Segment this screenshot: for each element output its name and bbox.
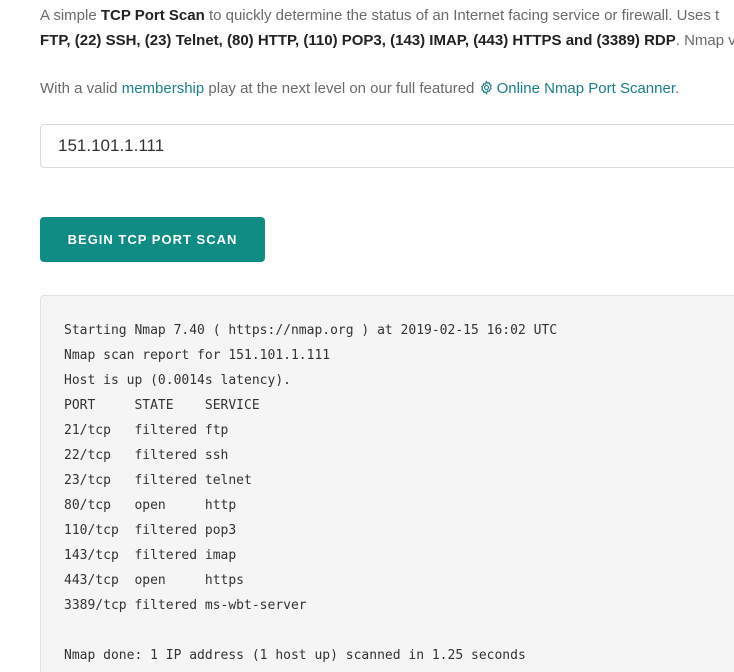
intro-bold-ports: FTP, (22) SSH, (23) Telnet, (80) HTTP, (… (40, 32, 676, 49)
output-line: 22/tcp filtered ssh (64, 448, 229, 463)
output-line: 143/tcp filtered imap (64, 548, 237, 563)
output-line: PORT STATE SERVICE (64, 398, 260, 413)
output-line: Host is up (0.0014s latency). (64, 373, 291, 388)
begin-tcp-port-scan-button[interactable]: BEGIN TCP PORT SCAN (40, 217, 265, 262)
output-line: 110/tcp filtered pop3 (64, 523, 237, 538)
output-line: 3389/tcp filtered ms-wbt-server (64, 598, 307, 613)
output-line: 80/tcp open http (64, 498, 237, 513)
intro-text-1: A simple (40, 7, 101, 24)
membership-text-1: With a valid (40, 80, 122, 97)
target-ip-input[interactable] (40, 124, 734, 168)
membership-link[interactable]: membership (122, 80, 205, 97)
intro-text-3: . Nmap ve (675, 32, 734, 49)
online-nmap-scanner-link[interactable]: Online Nmap Port Scanner (479, 80, 675, 97)
membership-line: With a valid membership play at the next… (40, 76, 679, 101)
output-line: 21/tcp filtered ftp (64, 423, 229, 438)
intro-bold-tcp-port-scan: TCP Port Scan (100, 7, 205, 24)
output-line: Starting Nmap 7.40 ( https://nmap.org ) … (64, 323, 558, 338)
online-nmap-scanner-label: Online Nmap Port Scanner (496, 80, 676, 97)
output-line: Nmap scan report for 151.101.1.111 (64, 348, 331, 363)
output-line: Nmap done: 1 IP address (1 host up) scan… (64, 648, 526, 663)
scan-output-box: Starting Nmap 7.40 ( https://nmap.org ) … (40, 295, 734, 672)
membership-text-3: . (675, 80, 680, 97)
intro-text-2: to quickly determine the status of an In… (204, 7, 720, 24)
intro-text: A simple TCP Port Scan to quickly determ… (40, 3, 734, 53)
scan-output-text: Starting Nmap 7.40 ( https://nmap.org ) … (64, 318, 557, 668)
output-line: 23/tcp filtered telnet (64, 473, 252, 488)
output-line: 443/tcp open https (64, 573, 245, 588)
membership-text-2: play at the next level on our full featu… (204, 80, 479, 97)
gear-icon (480, 80, 492, 95)
